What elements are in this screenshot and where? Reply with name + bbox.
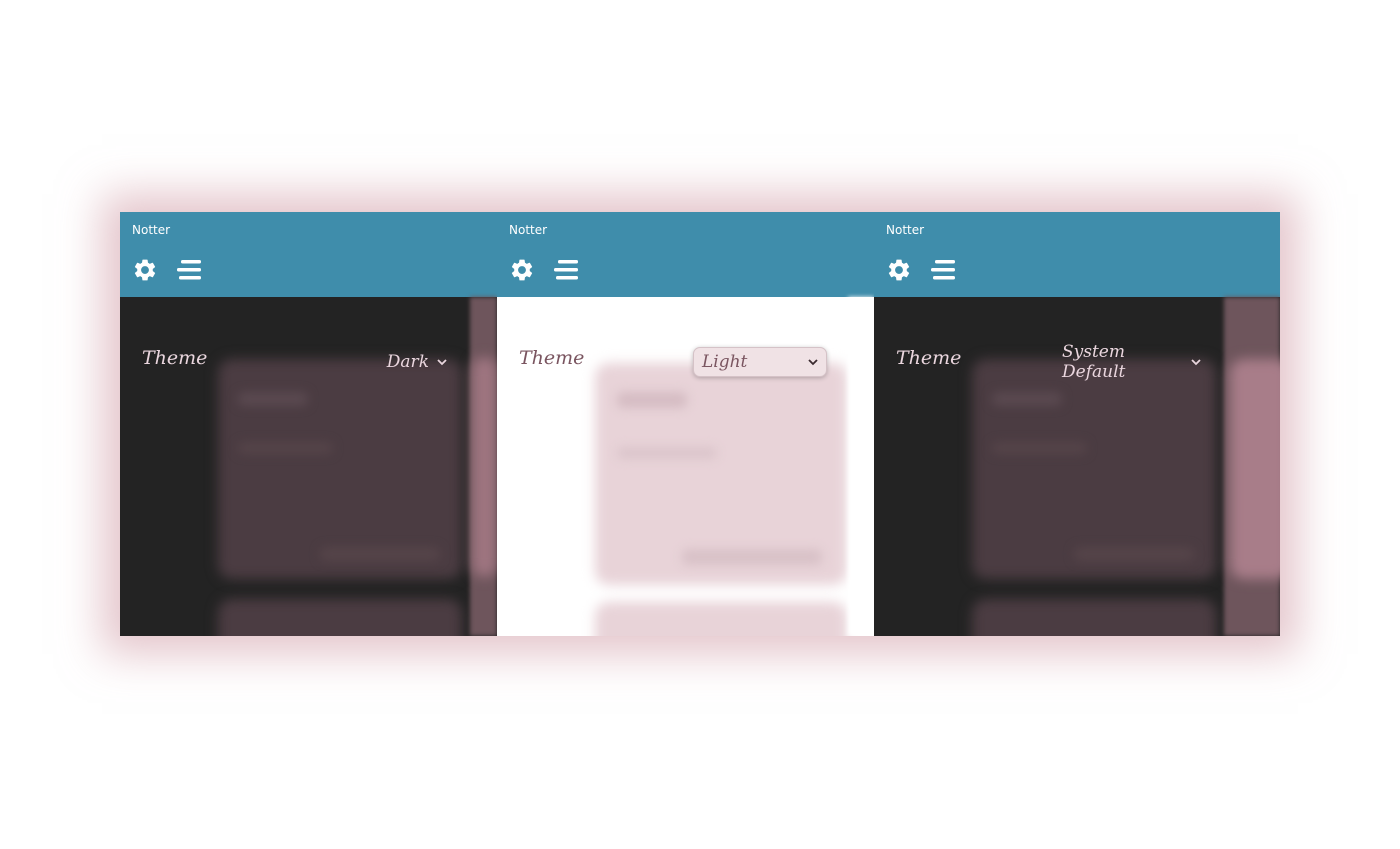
title-bar: Notter [874,212,1280,297]
blurred-note-line [617,447,717,459]
theme-dropdown[interactable]: Light [693,347,827,377]
panel-system-default: Notter Theme System Default [874,212,1280,636]
menu-lines-icon[interactable] [931,259,959,281]
blurred-note-card [1230,359,1280,579]
title-bar: Notter [497,212,874,297]
screenshot-stage: Notter Theme Dark Notter Theme Light Not… [120,212,1280,636]
panel-light: Notter Theme Light [497,212,874,636]
theme-label: Theme [142,347,208,369]
chevron-down-icon [437,359,447,366]
settings-body: Theme Dark [120,297,497,636]
panel-dark: Notter Theme Dark [120,212,497,636]
theme-dropdown-value: Light [702,352,748,372]
title-bar: Notter [120,212,497,297]
theme-label: Theme [896,347,962,369]
blurred-note-line [320,547,440,561]
menu-lines-icon[interactable] [177,259,205,281]
theme-dropdown-value: Dark [386,352,429,372]
chevron-down-icon [1191,359,1201,366]
blurred-note-line [992,392,1062,406]
blurred-note-line [992,442,1087,454]
gear-icon[interactable] [509,257,535,283]
app-title: Notter [509,223,548,237]
theme-dropdown-value: System Default [1062,342,1126,382]
gear-icon[interactable] [132,257,158,283]
app-title: Notter [886,223,925,237]
theme-label: Theme [519,347,585,369]
blurred-note-card [472,357,497,577]
settings-body: Theme Light [497,297,874,636]
chevron-down-icon [808,359,818,366]
blurred-note-line [238,392,308,406]
blurred-side-strip [848,297,874,636]
menu-lines-icon[interactable] [554,259,582,281]
blurred-note-line [1074,547,1194,561]
app-title: Notter [132,223,171,237]
blurred-note-card [218,599,462,636]
settings-body: Theme System Default [874,297,1280,636]
blurred-note-card [972,599,1216,636]
blurred-note-card [595,602,847,636]
blurred-note-line [617,392,687,408]
theme-dropdown[interactable]: Dark [315,347,455,377]
blurred-note-line [682,549,822,565]
gear-icon[interactable] [886,257,912,283]
theme-dropdown[interactable]: System Default [1054,342,1209,382]
blurred-note-line [238,442,333,454]
